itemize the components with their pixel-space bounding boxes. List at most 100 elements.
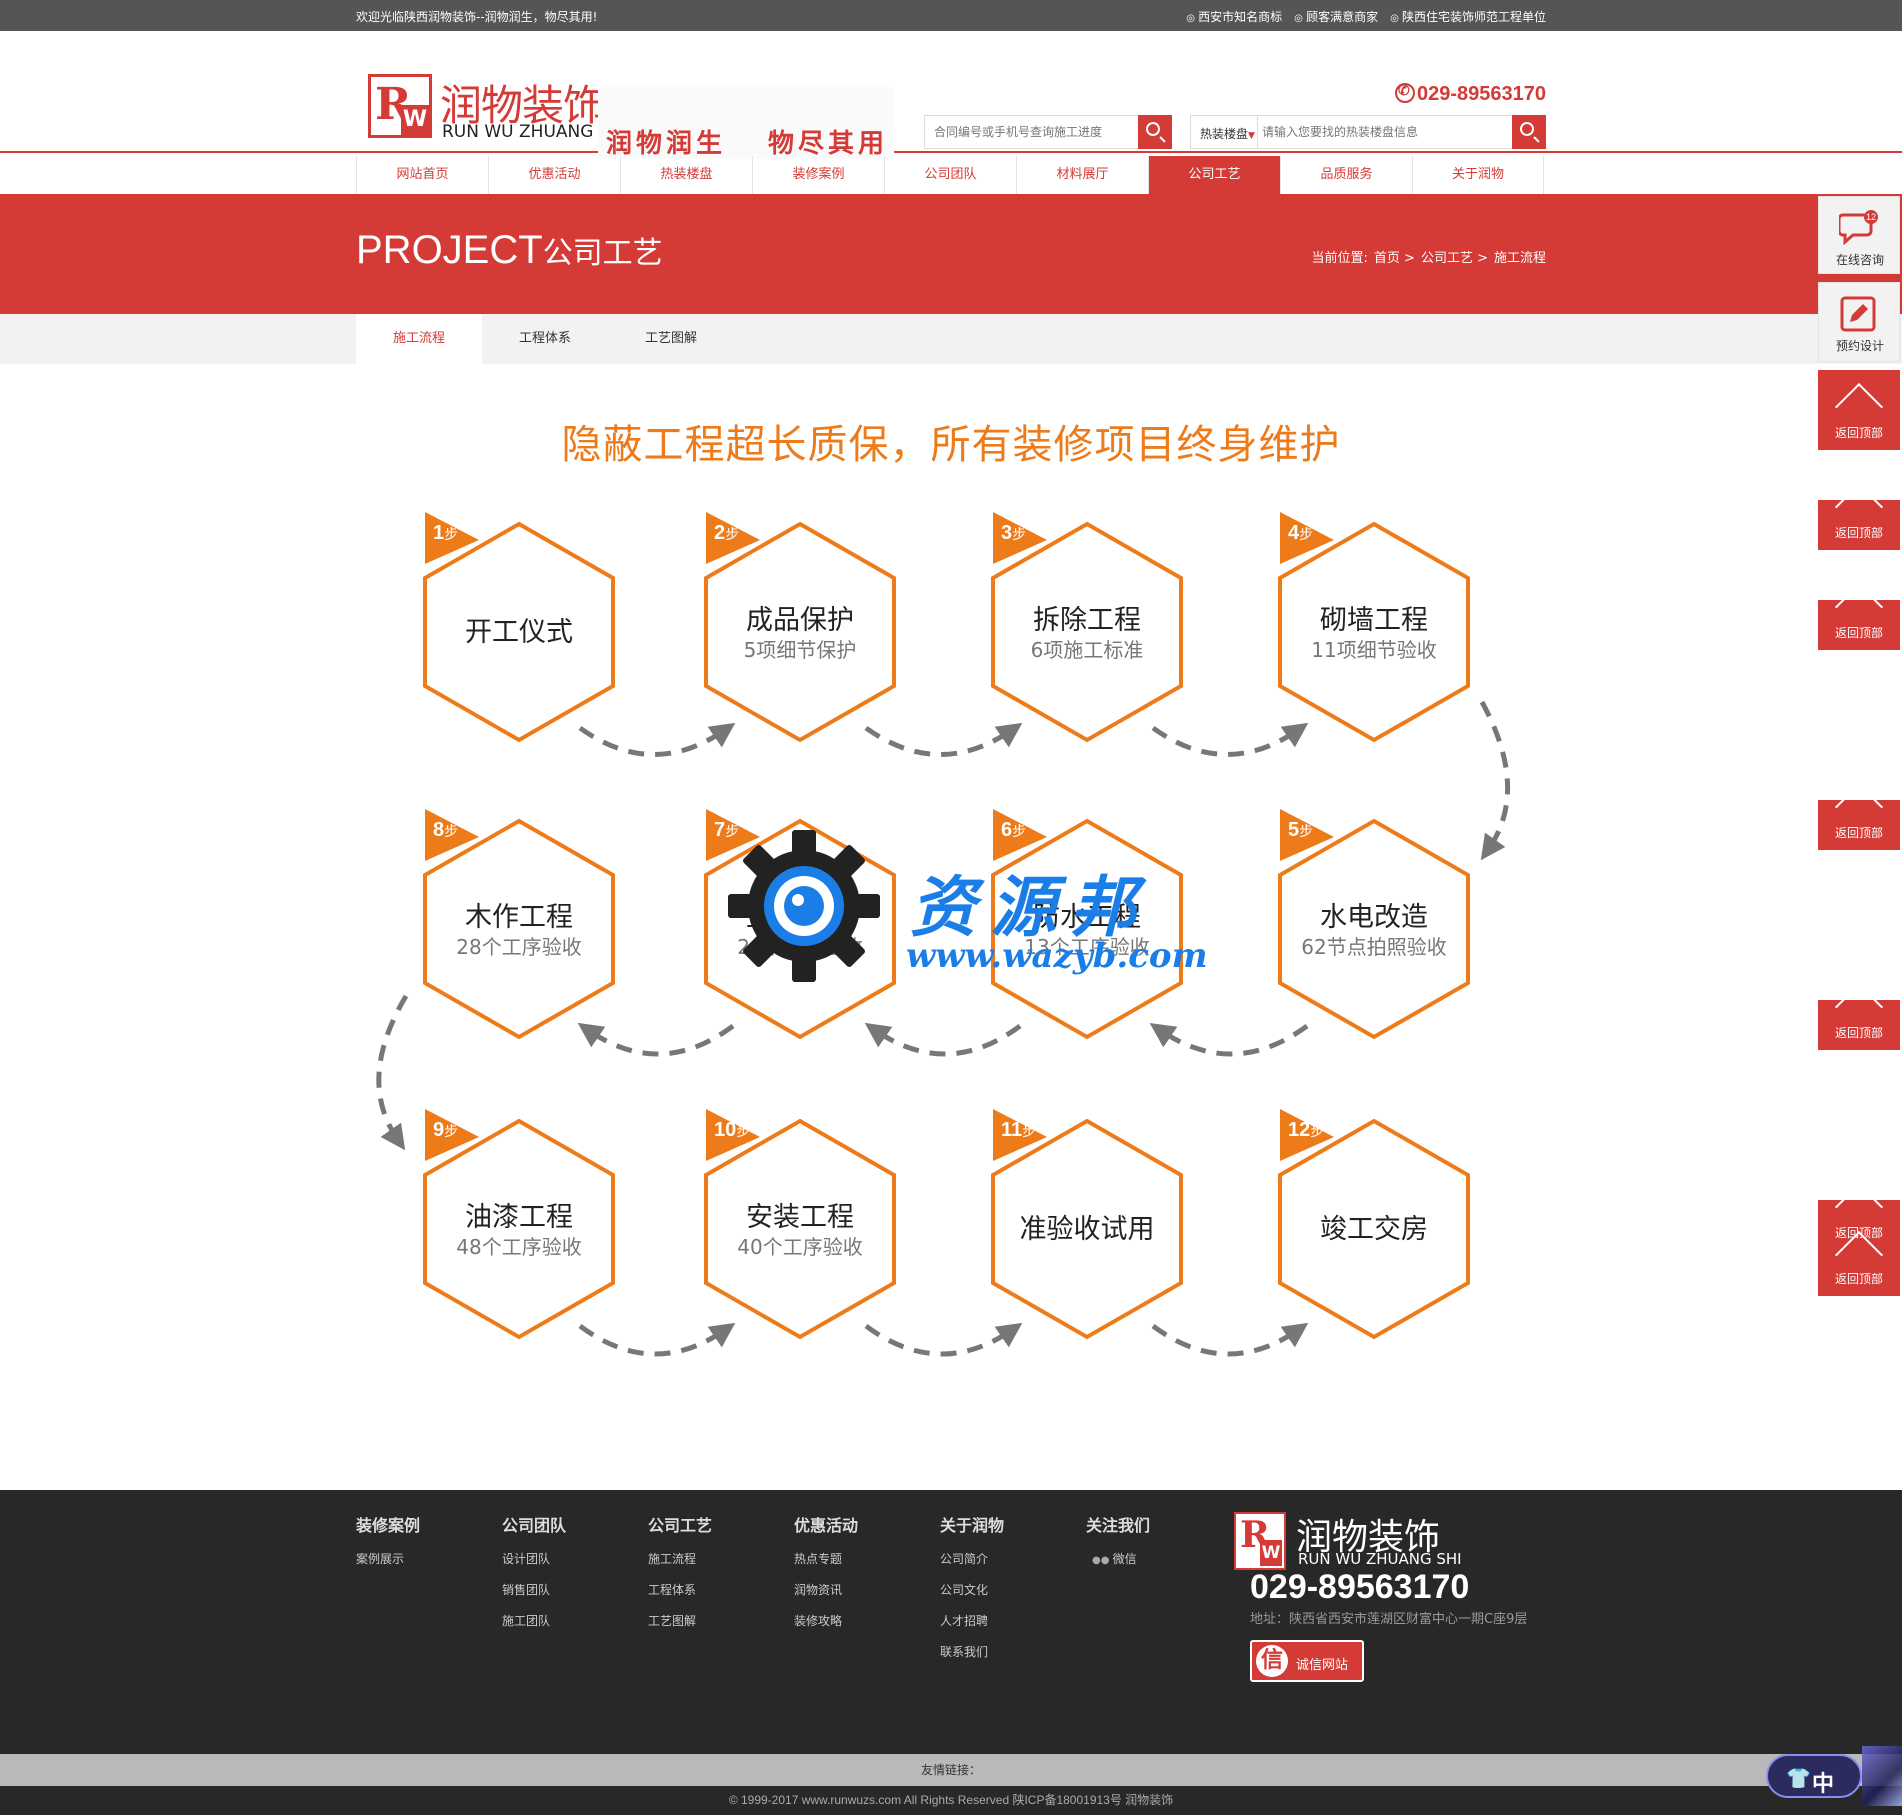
online-consult-button[interactable]: 12 在线咨询 [1818, 196, 1900, 274]
footer-col-cases: 装修案例 案例展示 [356, 1512, 420, 1581]
footer-link[interactable]: 公司简介 [940, 1550, 1004, 1567]
step-unit: 步 [1299, 823, 1314, 839]
watermark-url: www.wazyb.com [906, 936, 1208, 976]
consult-label: 在线咨询 [1835, 253, 1884, 267]
step-card: 1步开工仪式 [421, 522, 617, 746]
ime-language: 中 [1812, 1772, 1835, 1797]
chat-bubble-icon: 12 [1839, 210, 1878, 245]
credit-label: 诚信网站 [1296, 1658, 1349, 1673]
step-subtitle: 40个工序验收 [737, 1235, 863, 1259]
flow-arrow [1479, 700, 1511, 861]
step-unit: 步 [444, 526, 459, 542]
step-number-value: 8 [433, 819, 445, 841]
step-title: 成品保护 [746, 605, 854, 636]
edit-pen-icon [1840, 296, 1876, 332]
step-subtitle: 11项细节验收 [1311, 638, 1437, 662]
footer-link[interactable]: 工程体系 [648, 1581, 712, 1598]
step-card: 10步安装工程 40个工序验收 [702, 1119, 898, 1343]
step-number-value: 2 [714, 522, 726, 544]
footer-col-title: 关于润物 [940, 1516, 1005, 1535]
wechat-link[interactable]: 微信 [1086, 1550, 1150, 1567]
back-to-top-button[interactable]: 返回顶部 [1818, 370, 1900, 450]
step-number-value: 1 [433, 522, 445, 544]
gear-icon [728, 830, 880, 982]
step-subtitle: 62节点拍照验收 [1301, 935, 1447, 959]
step-title: 准验收试用 [1019, 1214, 1155, 1245]
step-number: 12步 [1288, 1119, 1324, 1142]
credit-site-badge[interactable]: 信 诚信网站 [1250, 1640, 1364, 1682]
step-unit: 步 [1012, 526, 1027, 542]
footer-link[interactable]: 设计团队 [502, 1550, 566, 1567]
book-design-button[interactable]: 预约设计 [1818, 282, 1900, 362]
step-unit: 步 [736, 1123, 751, 1139]
skin-icon: 👕 [1786, 1766, 1811, 1790]
step-title: 水电改造 [1320, 902, 1428, 933]
back-to-top-button[interactable]: 返回顶部 [1818, 600, 1900, 650]
step-number-value: 3 [1001, 522, 1013, 544]
consult-count-badge: 12 [1866, 212, 1876, 222]
step-number-value: 12 [1288, 1119, 1311, 1141]
footer-link[interactable]: 施工团队 [502, 1612, 566, 1629]
step-title: 安装工程 [746, 1202, 854, 1233]
step-number: 5步 [1288, 819, 1313, 842]
footer-link[interactable]: 工艺图解 [648, 1612, 712, 1629]
footer-logo-mark: RW [1234, 1512, 1286, 1570]
step-number: 9步 [433, 1119, 458, 1142]
design-label: 预约设计 [1835, 339, 1884, 353]
step-card: 9步 油漆工程 48个工序验收 [421, 1119, 617, 1343]
step-number: 1步 [433, 522, 458, 545]
credit-icon: 信 [1256, 1645, 1288, 1677]
step-title: 拆除工程 [1033, 605, 1141, 636]
footer-phone: 029-89563170 [1250, 1568, 1470, 1606]
step-subtitle: 5项细节保护 [743, 638, 857, 662]
back-to-top-label: 返回顶部 [1834, 526, 1883, 540]
footer-link[interactable]: 公司文化 [940, 1581, 1004, 1598]
footer-link[interactable]: 装修攻略 [794, 1612, 858, 1629]
back-to-top-label: 返回顶部 [1834, 426, 1883, 440]
step-unit: 步 [444, 1123, 459, 1139]
footer-link[interactable]: 销售团队 [502, 1581, 566, 1598]
back-to-top-button[interactable]: 返回顶部 [1818, 800, 1900, 850]
ime-pill: 👕 中 [1766, 1754, 1862, 1798]
step-number-value: 7 [714, 819, 726, 841]
step-number-value: 5 [1288, 819, 1300, 841]
step-title: 竣工交房 [1320, 1214, 1428, 1245]
ime-indicator[interactable]: 👕 中 [1758, 1746, 1902, 1806]
footer-link[interactable]: 热点专题 [794, 1550, 858, 1567]
footer-link[interactable]: 联系我们 [940, 1643, 1004, 1660]
step-number: 11步 [1001, 1119, 1036, 1142]
step-card: 4步砌墙工程 11项细节验收 [1276, 522, 1472, 746]
footer-link[interactable]: 润物资讯 [794, 1581, 858, 1598]
step-card: 8步 木作工程 28个工序验收 [421, 819, 617, 1043]
back-to-top-button[interactable]: 返回顶部 [1818, 500, 1900, 550]
step-number: 4步 [1288, 522, 1313, 545]
step-subtitle: 28个工序验收 [456, 935, 582, 959]
step-number: 10步 [714, 1119, 750, 1142]
back-to-top-button[interactable]: 返回顶部 返回顶部 [1818, 1200, 1900, 1296]
footer-col-about: 关于润物 公司简介 公司文化 人才招聘 联系我们 [940, 1512, 1004, 1674]
step-card: 12步竣工交房 [1276, 1119, 1472, 1343]
ime-decoration [1862, 1746, 1902, 1806]
step-card: 2步成品保护 5项细节保护 [702, 522, 898, 746]
back-to-top-label: 返回顶部 [1834, 826, 1883, 840]
step-unit: 步 [1299, 526, 1314, 542]
footer-logo: RW 润物装饰 RUN WU ZHUANG SHI [1234, 1512, 1462, 1576]
step-unit: 步 [1310, 1123, 1325, 1139]
footer-col-team: 公司团队 设计团队 销售团队 施工团队 [502, 1512, 566, 1643]
step-card: 3步拆除工程 6项施工标准 [989, 522, 1185, 746]
step-number: 2步 [714, 522, 739, 545]
footer-link[interactable]: 施工流程 [648, 1550, 712, 1567]
step-title: 开工仪式 [465, 617, 573, 648]
step-title: 砌墙工程 [1320, 605, 1428, 636]
back-to-top-button[interactable]: 返回顶部 [1818, 1000, 1900, 1050]
step-number-value: 10 [714, 1119, 737, 1141]
footer-link[interactable]: 案例展示 [356, 1550, 420, 1567]
site-footer: 装修案例 案例展示 公司团队 设计团队 销售团队 施工团队 公司工艺 施工流程 … [0, 1490, 1902, 1754]
footer-logo-en: RUN WU ZHUANG SHI [1298, 1550, 1462, 1568]
step-title: 油漆工程 [465, 1202, 573, 1233]
step-subtitle: 6项施工标准 [1030, 638, 1144, 662]
footer-col-title: 公司工艺 [648, 1516, 713, 1535]
footer-link[interactable]: 人才招聘 [940, 1612, 1004, 1629]
step-unit: 步 [1022, 1123, 1037, 1139]
step-unit: 步 [725, 526, 740, 542]
